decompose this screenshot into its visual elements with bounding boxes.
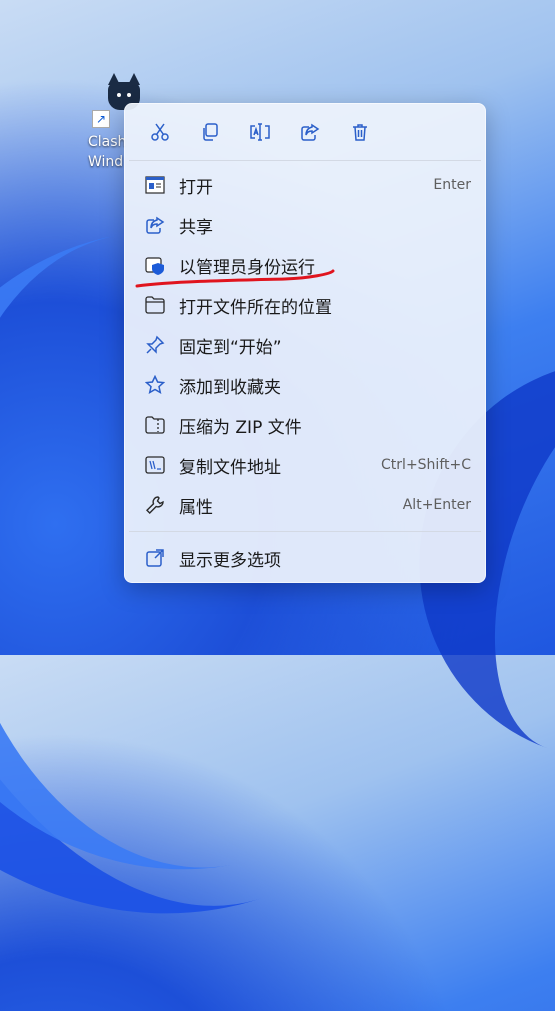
menu-item-label: 固定到“开始” (179, 337, 282, 358)
menu-items: 打开 Enter 共享 以管理员身份运行 打开文件所在的位置 固定到“开始” 添… (125, 161, 485, 525)
menu-footer: 显示更多选项 (125, 532, 485, 578)
shortcut-arrow-icon: ↗ (92, 110, 110, 128)
menu-item-label: 共享 (179, 217, 213, 238)
menu-item-shortcut: Ctrl+Shift+C (381, 457, 471, 473)
share-icon (145, 215, 165, 235)
rename-icon (250, 123, 270, 141)
menu-item-label: 打开 (179, 177, 213, 198)
menu-item-shortcut: Enter (433, 177, 471, 193)
menu-item-open-file-location[interactable]: 打开文件所在的位置 (125, 285, 485, 325)
zip-icon (145, 415, 165, 435)
menu-item-pin-to-start[interactable]: 固定到“开始” (125, 325, 485, 365)
delete-button[interactable] (335, 112, 385, 152)
menu-item-compress-zip[interactable]: 压缩为 ZIP 文件 (125, 405, 485, 445)
pin-icon (145, 335, 165, 355)
share-icon (301, 123, 320, 141)
copy-button[interactable] (185, 112, 235, 152)
share-button[interactable] (285, 112, 335, 152)
menu-item-properties[interactable]: 属性 Alt+Enter (125, 485, 485, 525)
menu-item-add-to-favorites[interactable]: 添加到收藏夹 (125, 365, 485, 405)
menu-item-label: 显示更多选项 (179, 550, 281, 571)
shield-icon (145, 255, 165, 275)
menu-item-open[interactable]: 打开 Enter (125, 165, 485, 205)
context-menu-toolbar (125, 104, 485, 160)
cut-button[interactable] (135, 112, 185, 152)
menu-item-copy-as-path[interactable]: 复制文件地址 Ctrl+Shift+C (125, 445, 485, 485)
menu-item-label: 压缩为 ZIP 文件 (179, 417, 302, 438)
wrench-icon (145, 495, 165, 515)
path-icon (145, 455, 165, 475)
menu-item-label: 属性 (179, 497, 213, 518)
menu-item-label: 添加到收藏夹 (179, 377, 281, 398)
menu-item-share[interactable]: 共享 (125, 205, 485, 245)
folder-icon (145, 295, 165, 315)
star-icon (145, 375, 165, 395)
menu-item-label: 打开文件所在的位置 (179, 297, 332, 318)
scissors-icon (151, 123, 169, 141)
rename-button[interactable] (235, 112, 285, 152)
menu-item-label: 以管理员身份运行 (179, 257, 315, 278)
menu-item-run-as-admin[interactable]: 以管理员身份运行 (125, 245, 485, 285)
expand-icon (145, 548, 165, 568)
menu-item-label: 复制文件地址 (179, 457, 281, 478)
menu-item-shortcut: Alt+Enter (402, 497, 471, 513)
trash-icon (353, 124, 367, 141)
open-window-icon (145, 175, 165, 195)
copy-icon (203, 123, 218, 141)
menu-item-show-more-options[interactable]: 显示更多选项 (125, 538, 485, 578)
context-menu: 打开 Enter 共享 以管理员身份运行 打开文件所在的位置 固定到“开始” 添… (124, 103, 486, 583)
